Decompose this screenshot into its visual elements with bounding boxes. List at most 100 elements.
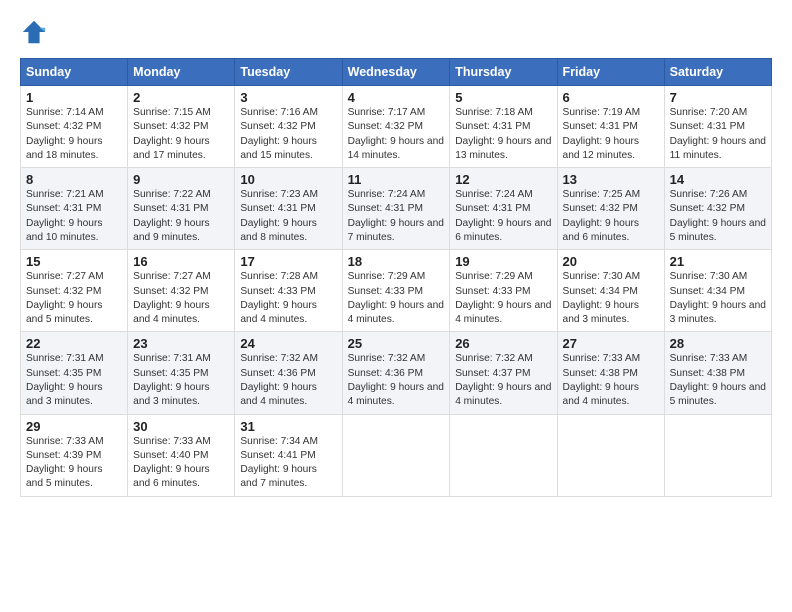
- day-number: 18: [348, 254, 445, 269]
- day-of-week-header: Sunday: [21, 59, 128, 86]
- day-info: Sunrise: 7:33 AMSunset: 4:40 PMDaylight:…: [133, 436, 211, 490]
- day-number: 3: [240, 90, 336, 105]
- day-number: 8: [26, 172, 122, 187]
- day-number: 25: [348, 336, 445, 351]
- day-number: 23: [133, 336, 229, 351]
- calendar-cell: 4 Sunrise: 7:17 AMSunset: 4:32 PMDayligh…: [342, 86, 450, 168]
- day-info: Sunrise: 7:24 AMSunset: 4:31 PMDaylight:…: [348, 189, 444, 243]
- calendar-cell: 18 Sunrise: 7:29 AMSunset: 4:33 PMDaylig…: [342, 250, 450, 332]
- day-info: Sunrise: 7:24 AMSunset: 4:31 PMDaylight:…: [455, 189, 551, 243]
- calendar-body: 1 Sunrise: 7:14 AMSunset: 4:32 PMDayligh…: [21, 86, 772, 497]
- calendar-cell: 26 Sunrise: 7:32 AMSunset: 4:37 PMDaylig…: [450, 332, 557, 414]
- logo: [20, 18, 52, 46]
- day-number: 16: [133, 254, 229, 269]
- header: [20, 18, 772, 46]
- calendar-cell: 8 Sunrise: 7:21 AMSunset: 4:31 PMDayligh…: [21, 168, 128, 250]
- day-info: Sunrise: 7:29 AMSunset: 4:33 PMDaylight:…: [455, 271, 551, 325]
- calendar-cell: [450, 414, 557, 496]
- day-info: Sunrise: 7:29 AMSunset: 4:33 PMDaylight:…: [348, 271, 444, 325]
- day-number: 30: [133, 419, 229, 434]
- calendar-cell: [342, 414, 450, 496]
- day-info: Sunrise: 7:16 AMSunset: 4:32 PMDaylight:…: [240, 107, 318, 161]
- day-of-week-header: Friday: [557, 59, 664, 86]
- day-number: 1: [26, 90, 122, 105]
- calendar-week-row: 1 Sunrise: 7:14 AMSunset: 4:32 PMDayligh…: [21, 86, 772, 168]
- day-number: 31: [240, 419, 336, 434]
- day-info: Sunrise: 7:28 AMSunset: 4:33 PMDaylight:…: [240, 271, 318, 325]
- day-number: 12: [455, 172, 551, 187]
- calendar-week-row: 29 Sunrise: 7:33 AMSunset: 4:39 PMDaylig…: [21, 414, 772, 496]
- day-number: 29: [26, 419, 122, 434]
- day-number: 10: [240, 172, 336, 187]
- calendar-cell: 2 Sunrise: 7:15 AMSunset: 4:32 PMDayligh…: [128, 86, 235, 168]
- day-number: 19: [455, 254, 551, 269]
- calendar-cell: 1 Sunrise: 7:14 AMSunset: 4:32 PMDayligh…: [21, 86, 128, 168]
- day-of-week-header: Tuesday: [235, 59, 342, 86]
- calendar-cell: 24 Sunrise: 7:32 AMSunset: 4:36 PMDaylig…: [235, 332, 342, 414]
- day-info: Sunrise: 7:27 AMSunset: 4:32 PMDaylight:…: [133, 271, 211, 325]
- day-info: Sunrise: 7:31 AMSunset: 4:35 PMDaylight:…: [26, 353, 104, 407]
- day-info: Sunrise: 7:32 AMSunset: 4:36 PMDaylight:…: [348, 353, 444, 407]
- day-info: Sunrise: 7:26 AMSunset: 4:32 PMDaylight:…: [670, 189, 766, 243]
- day-number: 7: [670, 90, 766, 105]
- day-number: 20: [563, 254, 659, 269]
- day-of-week-header: Wednesday: [342, 59, 450, 86]
- calendar-cell: 7 Sunrise: 7:20 AMSunset: 4:31 PMDayligh…: [664, 86, 771, 168]
- day-info: Sunrise: 7:18 AMSunset: 4:31 PMDaylight:…: [455, 107, 551, 161]
- calendar-cell: 13 Sunrise: 7:25 AMSunset: 4:32 PMDaylig…: [557, 168, 664, 250]
- day-number: 28: [670, 336, 766, 351]
- day-number: 5: [455, 90, 551, 105]
- calendar: SundayMondayTuesdayWednesdayThursdayFrid…: [20, 58, 772, 497]
- day-info: Sunrise: 7:23 AMSunset: 4:31 PMDaylight:…: [240, 189, 318, 243]
- calendar-week-row: 22 Sunrise: 7:31 AMSunset: 4:35 PMDaylig…: [21, 332, 772, 414]
- calendar-cell: 5 Sunrise: 7:18 AMSunset: 4:31 PMDayligh…: [450, 86, 557, 168]
- day-number: 21: [670, 254, 766, 269]
- calendar-cell: 22 Sunrise: 7:31 AMSunset: 4:35 PMDaylig…: [21, 332, 128, 414]
- day-number: 14: [670, 172, 766, 187]
- day-number: 9: [133, 172, 229, 187]
- day-number: 6: [563, 90, 659, 105]
- day-info: Sunrise: 7:32 AMSunset: 4:36 PMDaylight:…: [240, 353, 318, 407]
- page: SundayMondayTuesdayWednesdayThursdayFrid…: [0, 0, 792, 507]
- calendar-cell: 14 Sunrise: 7:26 AMSunset: 4:32 PMDaylig…: [664, 168, 771, 250]
- calendar-cell: 17 Sunrise: 7:28 AMSunset: 4:33 PMDaylig…: [235, 250, 342, 332]
- calendar-cell: [664, 414, 771, 496]
- day-info: Sunrise: 7:31 AMSunset: 4:35 PMDaylight:…: [133, 353, 211, 407]
- day-of-week-header: Monday: [128, 59, 235, 86]
- day-info: Sunrise: 7:22 AMSunset: 4:31 PMDaylight:…: [133, 189, 211, 243]
- day-info: Sunrise: 7:15 AMSunset: 4:32 PMDaylight:…: [133, 107, 211, 161]
- calendar-cell: 27 Sunrise: 7:33 AMSunset: 4:38 PMDaylig…: [557, 332, 664, 414]
- day-info: Sunrise: 7:30 AMSunset: 4:34 PMDaylight:…: [563, 271, 641, 325]
- calendar-cell: 15 Sunrise: 7:27 AMSunset: 4:32 PMDaylig…: [21, 250, 128, 332]
- day-number: 15: [26, 254, 122, 269]
- day-info: Sunrise: 7:32 AMSunset: 4:37 PMDaylight:…: [455, 353, 551, 407]
- calendar-cell: 9 Sunrise: 7:22 AMSunset: 4:31 PMDayligh…: [128, 168, 235, 250]
- day-number: 13: [563, 172, 659, 187]
- calendar-cell: 11 Sunrise: 7:24 AMSunset: 4:31 PMDaylig…: [342, 168, 450, 250]
- calendar-cell: 6 Sunrise: 7:19 AMSunset: 4:31 PMDayligh…: [557, 86, 664, 168]
- day-info: Sunrise: 7:19 AMSunset: 4:31 PMDaylight:…: [563, 107, 641, 161]
- calendar-cell: 19 Sunrise: 7:29 AMSunset: 4:33 PMDaylig…: [450, 250, 557, 332]
- day-info: Sunrise: 7:27 AMSunset: 4:32 PMDaylight:…: [26, 271, 104, 325]
- day-number: 4: [348, 90, 445, 105]
- calendar-cell: 25 Sunrise: 7:32 AMSunset: 4:36 PMDaylig…: [342, 332, 450, 414]
- day-info: Sunrise: 7:25 AMSunset: 4:32 PMDaylight:…: [563, 189, 641, 243]
- calendar-cell: 30 Sunrise: 7:33 AMSunset: 4:40 PMDaylig…: [128, 414, 235, 496]
- calendar-cell: 23 Sunrise: 7:31 AMSunset: 4:35 PMDaylig…: [128, 332, 235, 414]
- calendar-week-row: 15 Sunrise: 7:27 AMSunset: 4:32 PMDaylig…: [21, 250, 772, 332]
- day-number: 11: [348, 172, 445, 187]
- calendar-cell: 3 Sunrise: 7:16 AMSunset: 4:32 PMDayligh…: [235, 86, 342, 168]
- calendar-cell: 20 Sunrise: 7:30 AMSunset: 4:34 PMDaylig…: [557, 250, 664, 332]
- day-number: 26: [455, 336, 551, 351]
- calendar-week-row: 8 Sunrise: 7:21 AMSunset: 4:31 PMDayligh…: [21, 168, 772, 250]
- day-info: Sunrise: 7:33 AMSunset: 4:39 PMDaylight:…: [26, 436, 104, 490]
- day-info: Sunrise: 7:17 AMSunset: 4:32 PMDaylight:…: [348, 107, 444, 161]
- calendar-cell: 21 Sunrise: 7:30 AMSunset: 4:34 PMDaylig…: [664, 250, 771, 332]
- day-info: Sunrise: 7:33 AMSunset: 4:38 PMDaylight:…: [563, 353, 641, 407]
- day-of-week-header: Saturday: [664, 59, 771, 86]
- day-info: Sunrise: 7:14 AMSunset: 4:32 PMDaylight:…: [26, 107, 104, 161]
- day-number: 2: [133, 90, 229, 105]
- day-of-week-row: SundayMondayTuesdayWednesdayThursdayFrid…: [21, 59, 772, 86]
- day-info: Sunrise: 7:33 AMSunset: 4:38 PMDaylight:…: [670, 353, 766, 407]
- day-info: Sunrise: 7:20 AMSunset: 4:31 PMDaylight:…: [670, 107, 766, 161]
